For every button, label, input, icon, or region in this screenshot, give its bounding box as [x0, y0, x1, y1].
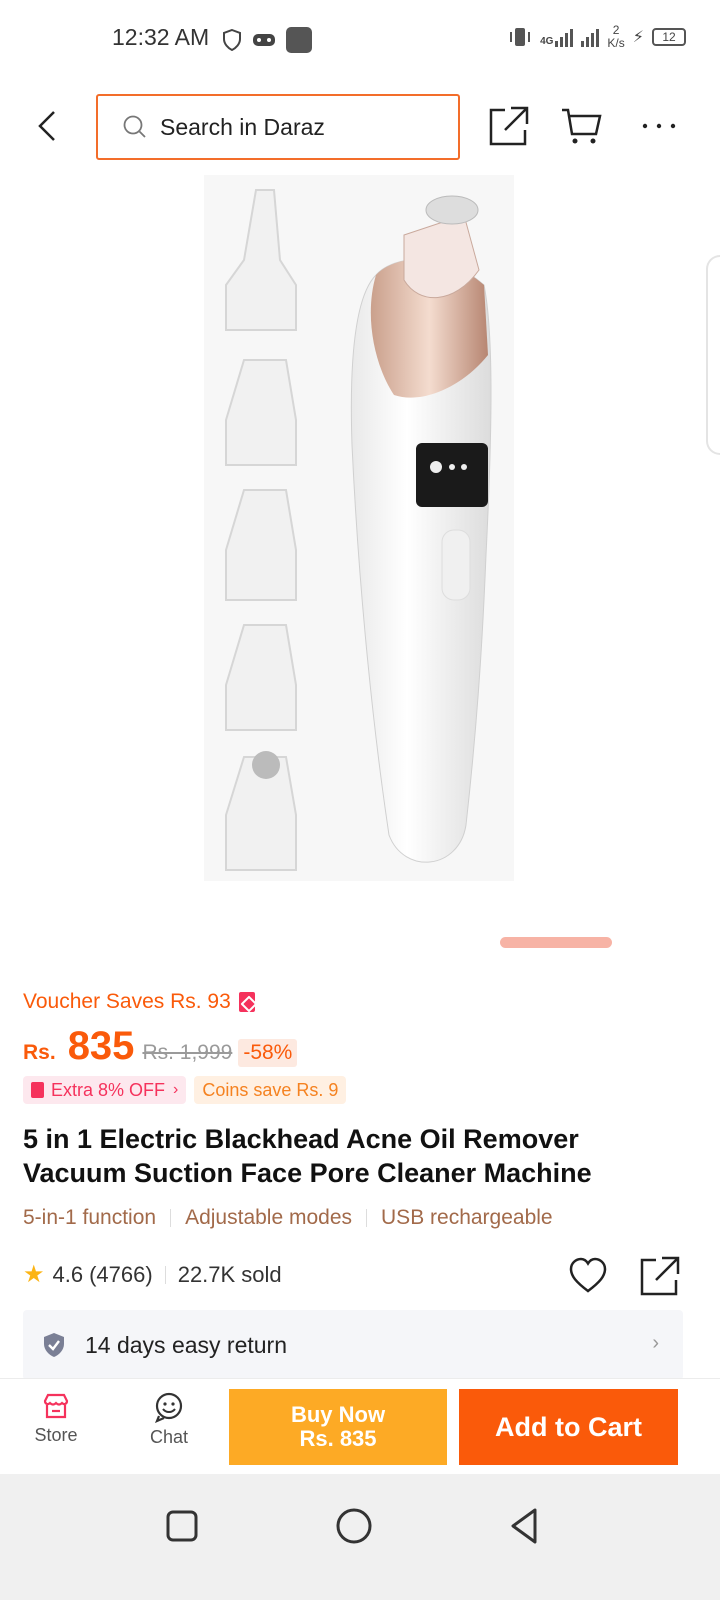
product-title: 5 in 1 Electric Blackhead Acne Oil Remov…: [23, 1124, 592, 1188]
back-icon[interactable]: [503, 1504, 547, 1548]
net-speed: 2 K/s: [607, 23, 625, 50]
chevron-right-icon: ›: [652, 1332, 659, 1354]
voucher-icon: [238, 992, 255, 1012]
signal-icon: [581, 27, 600, 47]
store-tab[interactable]: Store: [16, 1391, 96, 1446]
product-illustration: [225, 189, 492, 871]
more-options-icon[interactable]: [637, 104, 681, 148]
android-navigation-bar: [0, 1474, 720, 1600]
rating-value: 4.6: [52, 1261, 84, 1287]
vibrate-icon: [510, 28, 531, 46]
voucher-icon: [31, 1082, 44, 1098]
shield-status-icon: [223, 29, 241, 51]
star-icon: ★: [23, 1261, 45, 1288]
app-notification-icon: [286, 27, 312, 53]
chat-tab[interactable]: Chat: [129, 1391, 209, 1448]
divider: [164, 1265, 166, 1284]
sold-count: 22.7K sold: [177, 1261, 282, 1287]
back-arrow-icon[interactable]: [28, 106, 68, 146]
divider: [366, 1209, 368, 1227]
home-icon[interactable]: [332, 1504, 376, 1548]
rating-row[interactable]: ★ 4.6 (4766) 22.7K sold: [23, 1260, 282, 1289]
top-navigation: Search in Daraz: [0, 92, 720, 162]
feature-item: 5-in-1 function: [23, 1206, 157, 1229]
chevron-right-icon: ›: [173, 1081, 179, 1098]
wishlist-heart-icon[interactable]: [568, 1256, 608, 1296]
store-icon: [43, 1393, 69, 1419]
battery-icon: 12: [652, 28, 686, 46]
discount-badge: -58%: [238, 1039, 298, 1067]
search-icon: [123, 115, 146, 138]
return-policy-text: 14 days easy return: [85, 1331, 288, 1358]
search-input[interactable]: Search in Daraz: [96, 94, 460, 160]
product-image[interactable]: [204, 175, 514, 881]
recent-apps-icon[interactable]: [160, 1504, 204, 1548]
signal-4g-icon: 4G: [540, 27, 574, 47]
price-value: 835: [67, 1024, 135, 1068]
side-panel-handle[interactable]: [706, 255, 720, 455]
price-currency: Rs.: [23, 1041, 56, 1064]
price-row: Rs. 835 Rs. 1,999 -58%: [23, 1024, 298, 1069]
chat-icon: [155, 1392, 183, 1423]
rating-count: (4766): [89, 1261, 153, 1287]
status-bar: 12:32 AM 4G 2 K/s ⚡ 12: [0, 0, 720, 80]
add-to-cart-button[interactable]: Add to Cart: [459, 1389, 678, 1465]
voucher-savings[interactable]: Voucher Saves Rs. 93: [23, 990, 255, 1014]
buy-now-button[interactable]: Buy Now Rs. 835: [229, 1389, 447, 1465]
share-icon[interactable]: [640, 1256, 680, 1296]
carousel-indicator: [500, 937, 612, 948]
cart-icon[interactable]: [560, 104, 604, 148]
promo-tags: Extra 8% OFF › Coins save Rs. 9: [23, 1076, 347, 1104]
search-placeholder: Search in Daraz: [160, 113, 325, 140]
shield-check-icon: [44, 1333, 64, 1357]
feature-highlights: 5-in-1 function Adjustable modes USB rec…: [23, 1206, 553, 1230]
status-time: 12:32 AM: [112, 24, 210, 50]
feature-item: Adjustable modes: [185, 1206, 353, 1229]
coins-save-tag[interactable]: Coins save Rs. 9: [194, 1076, 347, 1104]
charging-icon: ⚡: [632, 29, 644, 46]
bottom-action-bar: Store Chat Buy Now Rs. 835 Add to Cart: [0, 1378, 720, 1474]
gamepad-icon: [253, 34, 275, 46]
share-icon[interactable]: [487, 104, 531, 148]
original-price: Rs. 1,999: [142, 1041, 233, 1064]
return-policy-row[interactable]: 14 days easy return ›: [23, 1310, 683, 1380]
extra-off-tag[interactable]: Extra 8% OFF ›: [23, 1076, 187, 1104]
feature-item: USB rechargeable: [381, 1206, 553, 1229]
divider: [170, 1209, 172, 1227]
